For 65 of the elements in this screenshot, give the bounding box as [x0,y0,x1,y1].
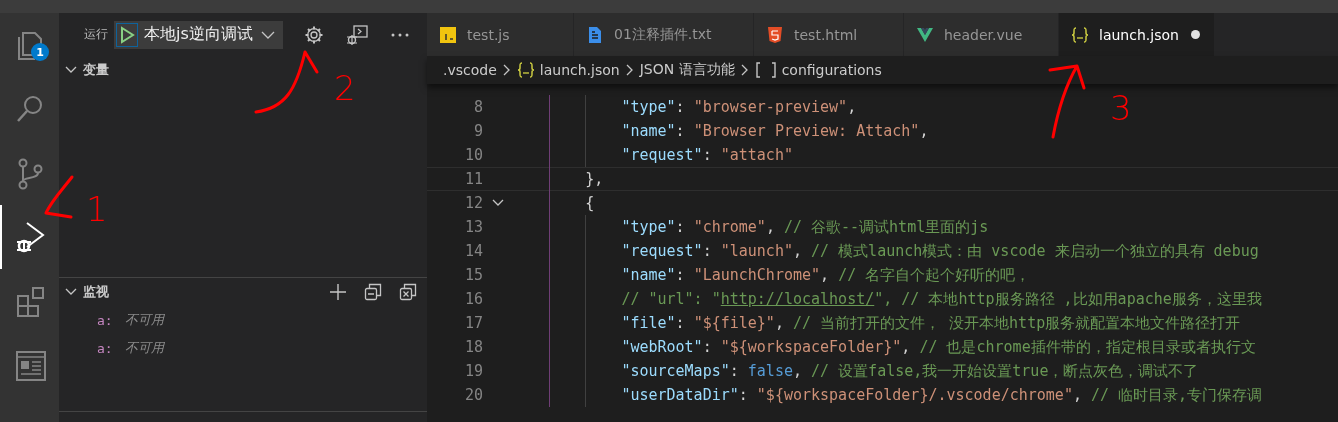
code-line: "sourceMaps": false, // 设置false,我一开始设置true，断点灰色，调试不了 [621,361,1199,381]
breadcrumb-item[interactable]: configurations [781,62,882,78]
line-number: 11 [463,170,483,188]
annotation-number: 2 [334,68,356,108]
line-number: 10 [463,146,483,164]
chevron-icon [739,63,750,77]
start-debug-icon[interactable] [116,22,138,47]
remove-all-icon[interactable] [399,283,417,301]
document-icon [586,25,604,44]
editor-tab[interactable]: test.js [427,13,574,56]
code-line: "webRoot": "${workspaceFolder}", // 也是chrome插件带的，指定根目录或者执行文 [621,337,1256,357]
braces-icon [516,61,535,79]
line-number: 19 [463,362,483,380]
editor-tab[interactable]: 01注释插件.txt [574,13,754,56]
brackets-icon [754,61,777,79]
count-badge: 1 [31,43,49,61]
code-line: "file": "${file}", // 当前打开的文件， 没开本地http服务就配置本地文件路径打开 [621,313,1241,333]
section-header[interactable]: 监视 [59,278,427,306]
line-number: 8 [472,98,483,116]
watch-value: 不可用 [124,339,164,357]
editor-tab[interactable]: test.html [754,13,904,56]
code-line: "request": "launch", // 模式launch模式：由 vscode 来启动一个独立的具有 debug [621,241,1259,261]
chevron-icon [260,29,275,40]
code-line: "name": "Browser Preview: Attach", [621,122,929,140]
line-number: 9 [472,122,483,140]
annotation-number: 1 [86,189,108,229]
panel-title: 运行 [84,26,108,43]
chevron-icon [501,63,512,77]
collapse-all-icon[interactable] [364,283,382,301]
code-line: "request": "attach" [621,146,793,164]
shield-file-icon [766,25,784,44]
editor-tab[interactable]: header.vue [904,13,1059,56]
code-line: "name": "LaunchChrome", // 名字自个起个好听的吧， [621,265,1031,285]
code-line: "userDataDir": "${workspaceFolder}/.vscode/chrome", // 临时目录,专门保存调 [621,385,1263,405]
line-number: 14 [463,242,483,260]
script-file-icon [439,25,457,44]
line-number: 18 [463,338,483,356]
watch-value: 不可用 [124,311,164,329]
watch-expression[interactable]: a: [97,312,113,328]
breadcrumb-item[interactable]: JSON 语言功能 [639,61,735,79]
debug-console-icon[interactable] [344,23,369,46]
line-number: 12 [463,194,483,212]
code-line: { [585,194,595,212]
code-line: "type": "browser-preview", [621,98,857,116]
code-line: }, [585,170,604,188]
arrow-annotation [254,50,319,114]
watch-expression[interactable]: a: [97,340,113,356]
breadcrumb-item[interactable]: launch.json [539,62,620,78]
annotation-number: 3 [1110,88,1132,128]
breadcrumb-item[interactable]: .vscode [443,62,497,78]
line-number: 17 [463,314,483,332]
braces-icon [1071,25,1089,44]
launch-config-dropdown[interactable]: 本地js逆向调试 [114,20,283,49]
chevron-icon [624,63,635,77]
editor-tab[interactable]: launch.json [1059,13,1215,56]
arrow-annotation [44,175,74,219]
code-line: // "url": "http://localhost/", // 本地http服务路径 ,比如用apache服务，这里我 [621,289,1262,309]
line-number: 13 [463,218,483,236]
v-shape-icon [916,25,934,44]
code-line: "type": "chrome", // 谷歌--调试html里面的js [621,217,989,237]
line-number: 15 [463,266,483,284]
activity-tab[interactable]: 1 [0,13,59,77]
add-icon[interactable] [329,283,347,301]
line-number: 20 [463,386,483,404]
line-number: 16 [463,290,483,308]
